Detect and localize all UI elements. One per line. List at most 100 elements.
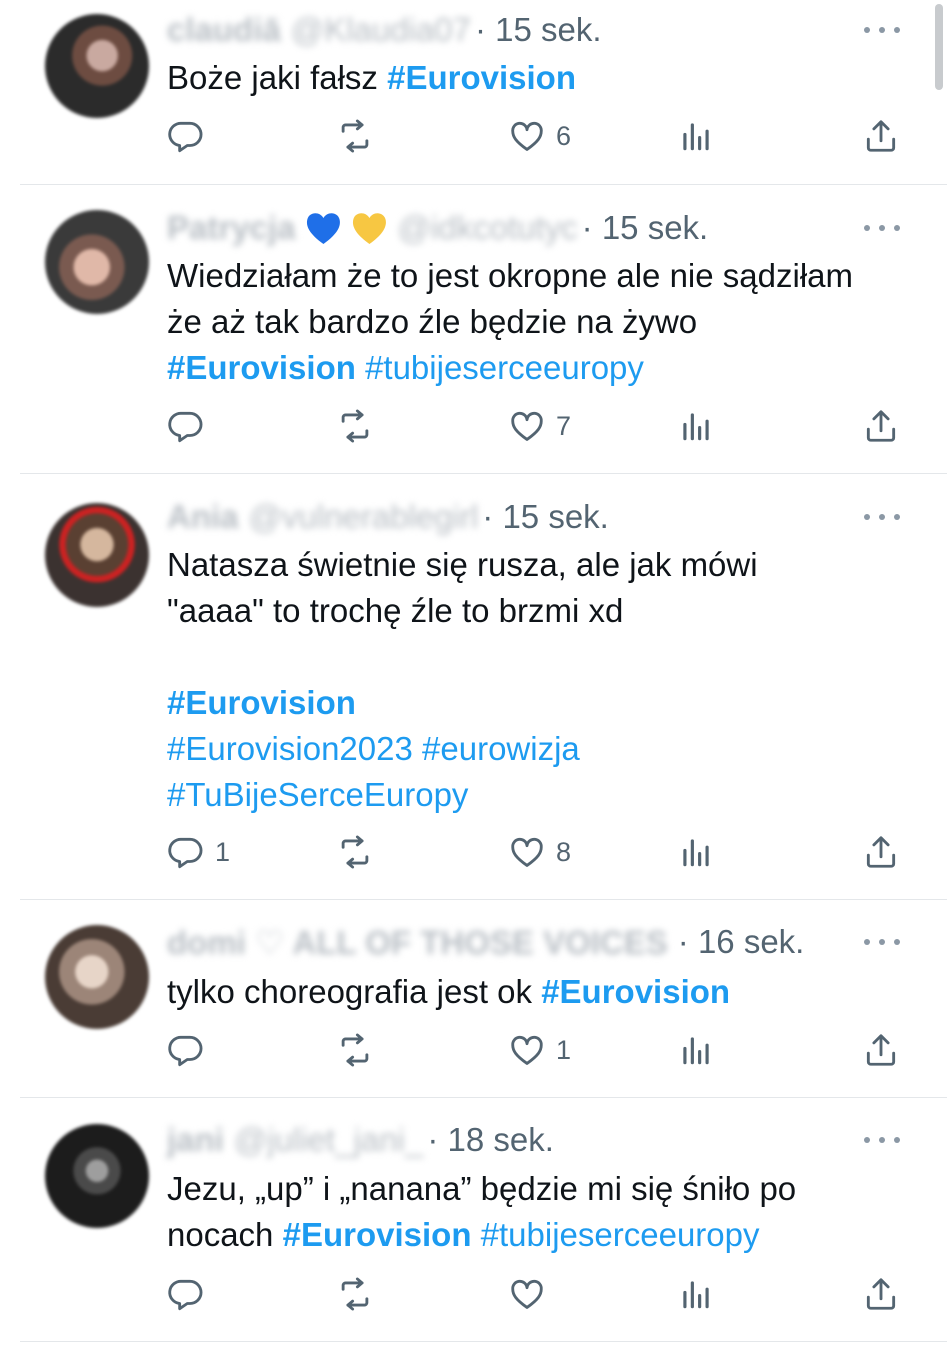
tweet-header: domi ♡ ALL OF THOSE VOICES · 16 sek. (167, 922, 804, 962)
like-button[interactable] (508, 1274, 546, 1314)
more-icon[interactable] (864, 1132, 900, 1148)
share-button[interactable] (862, 832, 900, 872)
hashtag-link[interactable]: #eurowizja (422, 730, 580, 767)
timestamp[interactable]: · 15 sek. (582, 209, 709, 247)
tweet-text-line: nocach #Eurovision #tubijeserceeuropy (167, 1212, 760, 1258)
like-button[interactable]: 7 (508, 406, 571, 446)
more-dot (894, 1137, 900, 1143)
more-dot (864, 225, 870, 231)
display-name[interactable]: Ania (167, 498, 239, 536)
views-button[interactable] (677, 1274, 715, 1314)
reply-icon (167, 1275, 205, 1313)
timestamp[interactable]: · 16 sek. (678, 923, 805, 961)
more-dot (894, 939, 900, 945)
avatar[interactable] (45, 14, 149, 118)
share-button[interactable] (862, 1274, 900, 1314)
hashtag-link[interactable]: #tubijeserceeuropy (481, 1216, 760, 1253)
more-dot (879, 939, 885, 945)
views-icon (677, 117, 715, 155)
retweet-button[interactable] (336, 116, 374, 156)
hashtag-link[interactable]: #Eurovision (167, 349, 356, 386)
like-count: 8 (556, 836, 572, 867)
retweet-button[interactable] (336, 406, 374, 446)
avatar[interactable] (45, 925, 149, 1029)
retweet-icon (336, 833, 374, 871)
retweet-button[interactable] (336, 832, 374, 872)
more-dot (879, 1137, 885, 1143)
more-icon[interactable] (864, 934, 900, 950)
reply-icon (167, 407, 205, 445)
retweet-button[interactable] (336, 1274, 374, 1314)
views-button[interactable] (677, 116, 715, 156)
views-button[interactable] (677, 1030, 715, 1070)
tweet-header: claudiā @Klaudia07 · 15 sek. (167, 10, 602, 50)
avatar[interactable] (45, 503, 149, 607)
reply-count: 1 (215, 836, 231, 867)
retweet-button[interactable] (336, 1030, 374, 1070)
retweet-icon (336, 407, 374, 445)
share-button[interactable] (862, 406, 900, 446)
scrollbar[interactable] (935, 4, 943, 90)
display-name[interactable]: claudiā (167, 11, 281, 49)
like-count: 6 (556, 120, 572, 151)
tweet-text: że aż tak bardzo źle będzie na żywo (167, 303, 698, 340)
more-dot (894, 514, 900, 520)
hashtag-link[interactable]: #tubijeserceeuropy (365, 349, 644, 386)
tweet-divider (20, 899, 947, 900)
tweet-text: Boże jaki fałsz (167, 59, 388, 96)
retweet-icon (336, 117, 374, 155)
tweet-text (356, 349, 365, 386)
tweet-text-line: tylko choreografia jest ok #Eurovision (167, 969, 730, 1015)
hashtag-link[interactable]: #Eurovision (167, 684, 356, 721)
hashtag-link[interactable]: #Eurovision (283, 1216, 472, 1253)
hashtag-link[interactable]: #Eurovision2023 (167, 730, 413, 767)
views-icon (677, 1275, 715, 1313)
timestamp[interactable]: · 15 sek. (475, 11, 602, 49)
tweet-text-line: #TuBijeSerceEuropy (167, 772, 468, 818)
tweet-text-line: #Eurovision (167, 680, 356, 726)
user-handle[interactable]: @juliet_jani_ (234, 1121, 423, 1159)
tweet-text: Natasza świetnie się rusza, ale jak mówi (167, 546, 758, 583)
retweet-icon (336, 1031, 374, 1069)
tweet-actions: 6 (0, 116, 947, 156)
hashtag-link[interactable]: #TuBijeSerceEuropy (167, 776, 468, 813)
hashtag-link[interactable]: #Eurovision (541, 973, 730, 1010)
more-icon[interactable] (864, 509, 900, 525)
user-handle[interactable]: @idkcotutyc (397, 209, 577, 247)
timestamp[interactable]: · 15 sek. (482, 498, 609, 536)
tweet-actions: 18 (0, 832, 947, 872)
like-count: 1 (556, 1034, 572, 1065)
timestamp[interactable]: · 18 sek. (427, 1121, 554, 1159)
more-icon[interactable] (864, 220, 900, 236)
avatar[interactable] (45, 210, 149, 314)
display-name[interactable]: domi ♡ ALL OF THOSE VOICES (167, 923, 668, 962)
like-button[interactable]: 1 (508, 1030, 571, 1070)
reply-button[interactable]: 1 (167, 832, 230, 872)
reply-icon (167, 833, 205, 871)
user-handle[interactable]: @vulnerablegirl (249, 498, 479, 536)
views-button[interactable] (677, 406, 715, 446)
reply-button[interactable] (167, 406, 205, 446)
reply-button[interactable] (167, 1030, 205, 1070)
display-name[interactable]: jani (167, 1121, 224, 1159)
tweet-text-line: Jezu, „up” i „nanana” będzie mi się śnił… (167, 1166, 796, 1212)
reply-button[interactable] (167, 116, 205, 156)
avatar[interactable] (45, 1124, 149, 1228)
display-name[interactable]: Patrycja (167, 209, 295, 247)
like-button[interactable]: 8 (508, 832, 571, 872)
share-button[interactable] (862, 116, 900, 156)
tweet-header: Patrycja @idkcotutyc · 15 sek. (167, 208, 708, 248)
tweet-divider (20, 473, 947, 474)
tweet-text-line: Natasza świetnie się rusza, ale jak mówi (167, 542, 758, 588)
hashtag-link[interactable]: #Eurovision (387, 59, 576, 96)
like-button[interactable]: 6 (508, 116, 571, 156)
views-button[interactable] (677, 832, 715, 872)
tweet-actions: 7 (0, 406, 947, 446)
more-dot (879, 225, 885, 231)
user-handle[interactable]: @Klaudia07 (291, 11, 471, 49)
reply-button[interactable] (167, 1274, 205, 1314)
share-button[interactable] (862, 1030, 900, 1070)
more-dot (864, 939, 870, 945)
more-dot (864, 1137, 870, 1143)
more-icon[interactable] (864, 22, 900, 38)
